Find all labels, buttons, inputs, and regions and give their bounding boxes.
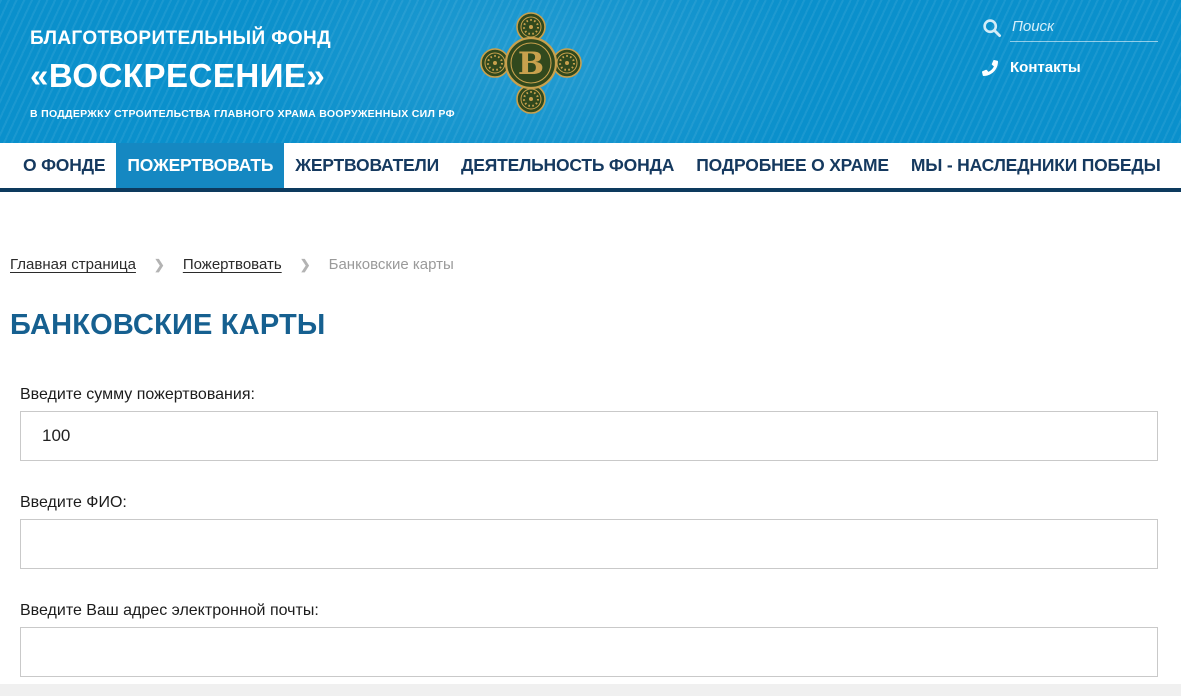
email-label: Введите Ваш адрес электронной почты: [20,602,319,619]
nav-item-pozhertvovat[interactable]: ПОЖЕРТВОВАТЬ [116,143,285,188]
breadcrumb-donate-link[interactable]: Пожертвовать [183,256,282,273]
brand-block: БЛАГОТВОРИТЕЛЬНЫЙ ФОНД «ВОСКРЕСЕНИЕ» В П… [30,28,455,120]
page-bottom-strip [0,684,1181,696]
fund-logo-icon[interactable]: В [479,11,583,115]
contacts-label: Контакты [1010,59,1081,76]
nav-item-podrobnee-o-khrame[interactable]: ПОДРОБНЕЕ О ХРАМЕ [685,143,900,188]
nav-item-o-fonde[interactable]: О ФОНДЕ [12,143,116,188]
contacts-link[interactable]: Контакты [981,59,1158,76]
main-nav: О ФОНДЕ ПОЖЕРТВОВАТЬ ЖЕРТВОВАТЕЛИ ДЕЯТЕЛ… [0,143,1181,192]
nav-item-my-nasledniki-pobedy[interactable]: МЫ - НАСЛЕДНИКИ ПОБЕДЫ [900,143,1172,188]
page-title: БАНКОВСКИЕ КАРТЫ [10,309,326,341]
nav-item-zhertvovateli[interactable]: ЖЕРТВОВАТЕЛИ [284,143,450,188]
email-field-group: Введите Ваш адрес электронной почты: [20,602,1158,677]
org-tagline: В ПОДДЕРЖКУ СТРОИТЕЛЬСТВА ГЛАВНОГО ХРАМА… [30,108,455,120]
search-icon[interactable] [982,18,1002,38]
breadcrumb-current: Банковские карты [328,256,454,273]
search-input[interactable] [1010,16,1158,42]
fio-field-group: Введите ФИО: [20,494,1158,569]
fio-label: Введите ФИО: [20,494,127,511]
amount-field-group: Введите сумму пожертвования: [20,386,1158,461]
logo-letter: В [518,46,544,82]
chevron-right-icon: ❯ [299,256,311,272]
search-box [982,16,1158,42]
donation-form: Введите сумму пожертвования: Введите ФИО… [10,386,1181,677]
fio-input[interactable] [20,519,1158,569]
phone-icon [981,59,998,76]
amount-input[interactable] [20,411,1158,461]
amount-label: Введите сумму пожертвования: [20,386,255,403]
page-content: Главная страница ❯ Пожертвовать ❯ Банков… [0,256,1181,677]
breadcrumb: Главная страница ❯ Пожертвовать ❯ Банков… [10,256,1181,273]
nav-item-deyatelnost-fonda[interactable]: ДЕЯТЕЛЬНОСТЬ ФОНДА [450,143,685,188]
org-name: «ВОСКРЕСЕНИЕ» [30,57,326,94]
email-input[interactable] [20,627,1158,677]
header-utilities: Контакты [981,16,1158,76]
site-header: БЛАГОТВОРИТЕЛЬНЫЙ ФОНД «ВОСКРЕСЕНИЕ» В П… [0,0,1181,143]
org-type: БЛАГОТВОРИТЕЛЬНЫЙ ФОНД [30,28,332,49]
breadcrumb-home-link[interactable]: Главная страница [10,256,136,273]
chevron-right-icon: ❯ [153,256,165,272]
